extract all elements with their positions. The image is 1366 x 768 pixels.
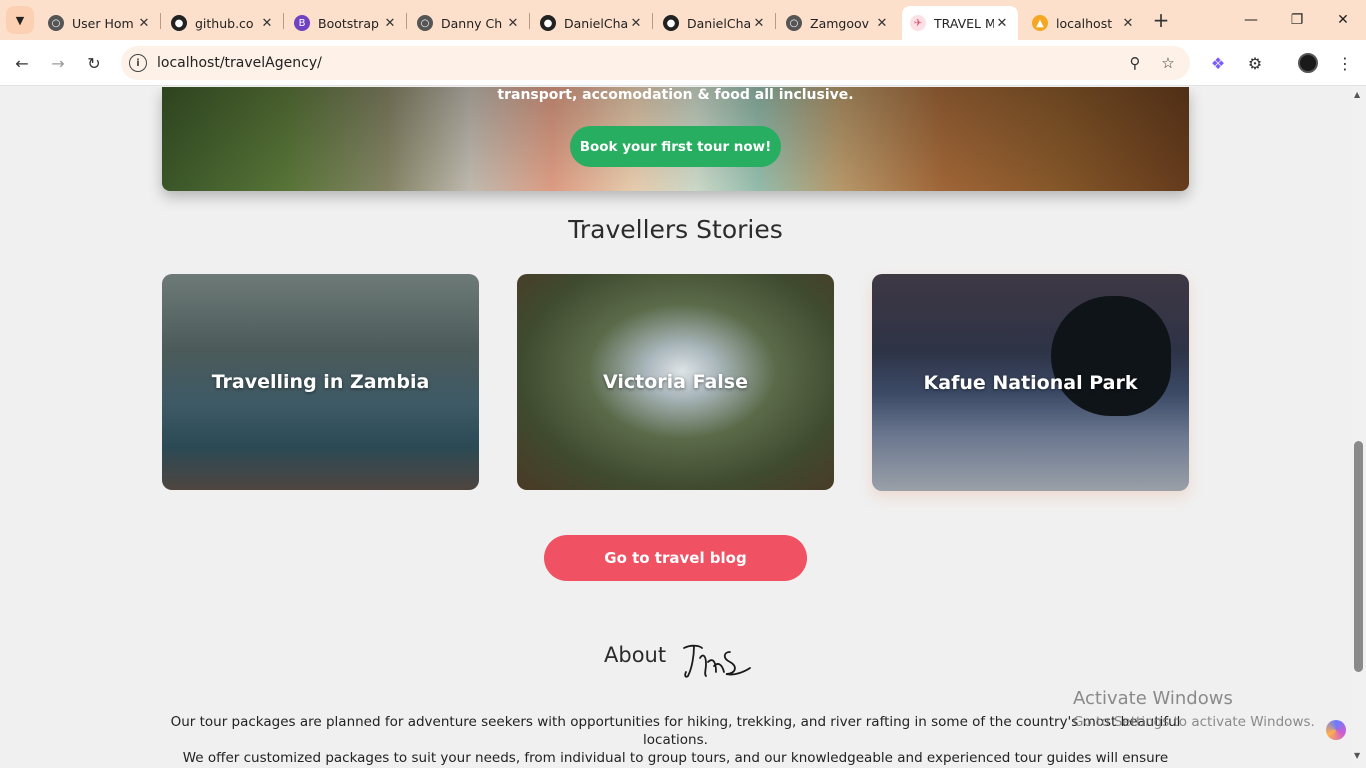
activate-windows-title: Activate Windows bbox=[1073, 688, 1233, 709]
browser-toolbar: ← → ↻ i localhost/travelAgency/ ⚲ ☆ ❖ ⚙ … bbox=[0, 40, 1366, 86]
extensions-puzzle-icon[interactable]: ⚙ bbox=[1240, 48, 1270, 78]
tab-zamgoov[interactable]: ○ Zamgoov ✕ bbox=[778, 6, 898, 40]
hero-subtitle: transport, accomodation & food all inclu… bbox=[497, 87, 854, 103]
about-heading: About bbox=[604, 643, 667, 667]
new-tab-button[interactable]: + bbox=[1148, 6, 1174, 34]
stories-title: Travellers Stories bbox=[568, 215, 783, 244]
close-icon[interactable]: ✕ bbox=[628, 16, 644, 31]
forward-icon[interactable]: → bbox=[43, 48, 73, 78]
tab-search-button[interactable]: ▼ bbox=[6, 6, 34, 34]
scrollbar-thumb[interactable] bbox=[1354, 441, 1363, 672]
back-icon[interactable]: ← bbox=[7, 48, 37, 78]
tab-separator bbox=[160, 13, 161, 29]
menu-icon[interactable]: ⋮ bbox=[1330, 48, 1360, 78]
tab-danny[interactable]: ○ Danny Ch ✕ bbox=[409, 6, 529, 40]
url-text[interactable]: localhost/travelAgency/ bbox=[157, 55, 322, 71]
profile-avatar[interactable] bbox=[1293, 48, 1323, 78]
globe-icon: ○ bbox=[786, 15, 802, 31]
close-icon[interactable]: ✕ bbox=[259, 16, 275, 31]
close-icon[interactable]: ✕ bbox=[382, 16, 398, 31]
globe-icon: ○ bbox=[417, 15, 433, 31]
reload-icon[interactable]: ↻ bbox=[79, 48, 109, 78]
tab-separator bbox=[652, 13, 653, 29]
close-icon[interactable]: ✕ bbox=[751, 16, 767, 31]
tab-github[interactable]: ● github.co ✕ bbox=[163, 6, 283, 40]
site-info-icon[interactable]: i bbox=[129, 54, 147, 72]
phpmyadmin-icon: ▲ bbox=[1032, 15, 1048, 31]
story-card-victoria[interactable]: Victoria False bbox=[517, 274, 834, 490]
story-card-title: Victoria False bbox=[603, 371, 748, 393]
extension-icon[interactable]: ❖ bbox=[1203, 48, 1233, 78]
close-icon[interactable]: ✕ bbox=[136, 16, 152, 31]
github-icon: ● bbox=[663, 15, 679, 31]
book-tour-button[interactable]: Book your first tour now! bbox=[570, 126, 781, 167]
about-paragraph-1: Our tour packages are planned for advent… bbox=[170, 714, 1181, 748]
activate-windows-subtitle: Go to Settings to activate Windows. bbox=[1073, 714, 1315, 730]
restore-icon[interactable]: ❐ bbox=[1274, 0, 1320, 40]
scroll-down-icon[interactable]: ▼ bbox=[1354, 751, 1360, 760]
tab-separator bbox=[406, 13, 407, 29]
story-card-zambia[interactable]: Travelling in Zambia bbox=[162, 274, 479, 490]
tab-separator bbox=[775, 13, 776, 29]
bookmark-star-icon[interactable]: ☆ bbox=[1157, 52, 1179, 74]
page-scrollbar[interactable]: ▲ ▼ bbox=[1351, 87, 1366, 768]
bootstrap-icon: B bbox=[294, 15, 310, 31]
address-bar[interactable]: i localhost/travelAgency/ ⚲ ☆ bbox=[121, 46, 1190, 80]
about-paragraph-2: We offer customized packages to suit you… bbox=[182, 750, 1169, 766]
tab-separator bbox=[283, 13, 284, 29]
close-icon[interactable]: ✕ bbox=[1120, 16, 1136, 31]
tms-signature-logo bbox=[683, 644, 751, 678]
page-content: transport, accomodation & food all inclu… bbox=[0, 87, 1351, 768]
tree-silhouette bbox=[1051, 296, 1171, 416]
tab-user-home[interactable]: ○ User Hom ✕ bbox=[40, 6, 160, 40]
story-card-title: Kafue National Park bbox=[923, 371, 1138, 394]
story-card-title: Travelling in Zambia bbox=[211, 371, 430, 393]
copilot-icon[interactable] bbox=[1326, 720, 1346, 740]
tab-localhost[interactable]: ▲ localhost ✕ bbox=[1024, 6, 1144, 40]
tab-strip: ▼ ○ User Hom ✕ ● github.co ✕ B Bootstrap… bbox=[0, 0, 1366, 40]
scroll-up-icon[interactable]: ▲ bbox=[1354, 90, 1360, 99]
minimize-icon[interactable]: — bbox=[1228, 0, 1274, 40]
github-icon: ● bbox=[540, 15, 556, 31]
zoom-icon[interactable]: ⚲ bbox=[1124, 52, 1146, 74]
tab-separator bbox=[529, 13, 530, 29]
travel-blog-button[interactable]: Go to travel blog bbox=[544, 535, 807, 581]
tab-danielcha-1[interactable]: ● DanielCha ✕ bbox=[532, 6, 652, 40]
tab-bootstrap[interactable]: B Bootstrap ✕ bbox=[286, 6, 406, 40]
close-icon[interactable]: ✕ bbox=[874, 16, 890, 31]
travel-icon: ✈ bbox=[910, 15, 926, 31]
globe-icon: ○ bbox=[48, 15, 64, 31]
close-window-icon[interactable]: ✕ bbox=[1320, 0, 1366, 40]
github-icon: ● bbox=[171, 15, 187, 31]
close-icon[interactable]: ✕ bbox=[994, 16, 1010, 31]
close-icon[interactable]: ✕ bbox=[505, 16, 521, 31]
hero-banner: transport, accomodation & food all inclu… bbox=[162, 87, 1189, 191]
tab-danielcha-2[interactable]: ● DanielCha ✕ bbox=[655, 6, 775, 40]
tab-travel-active[interactable]: ✈ TRAVEL M ✕ bbox=[902, 6, 1018, 40]
story-card-kafue[interactable]: Kafue National Park bbox=[872, 274, 1189, 491]
